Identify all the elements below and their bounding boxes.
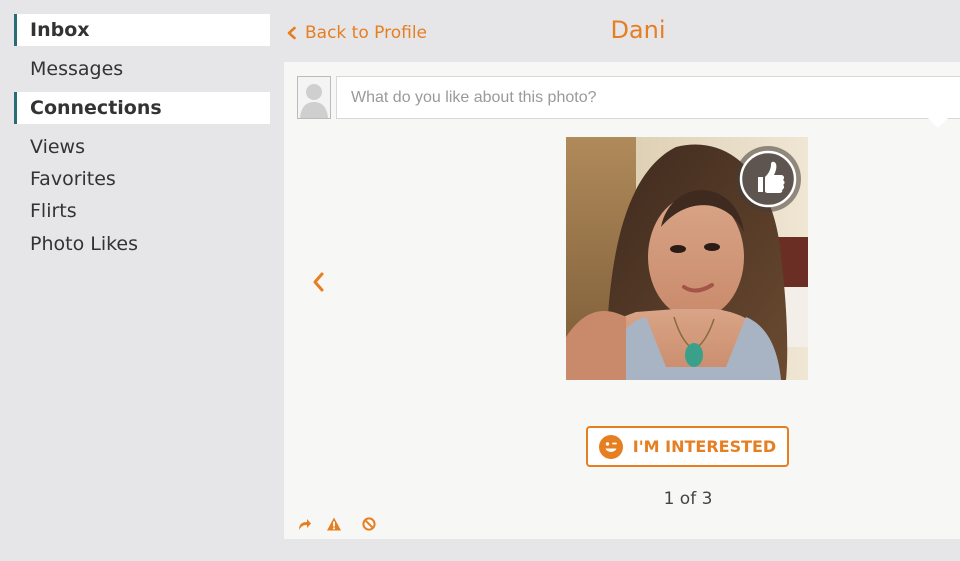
thumbs-up-icon[interactable] [734, 145, 802, 213]
sidebar-item-flirts[interactable]: Flirts [14, 195, 270, 227]
avatar [297, 76, 331, 119]
smiley-icon [598, 434, 623, 459]
warning-icon[interactable] [326, 516, 342, 532]
chevron-left-icon [287, 26, 296, 40]
sidebar-section-inbox[interactable]: Inbox [14, 14, 270, 46]
sidebar-item-views[interactable]: Views [14, 131, 270, 163]
sidebar-item-photo-likes[interactable]: Photo Likes [14, 228, 270, 260]
photo-panel: I'M INTERESTED 1 of 3 [284, 62, 960, 539]
photo-comment-input[interactable] [336, 76, 960, 119]
sidebar: Inbox Messages Connections Views Favorit… [0, 0, 270, 561]
photo-counter: 1 of 3 [663, 489, 713, 509]
previous-photo-arrow-icon[interactable] [310, 270, 328, 294]
back-to-profile-label: Back to Profile [305, 23, 428, 43]
sidebar-item-messages[interactable]: Messages [14, 53, 270, 85]
back-to-profile-link[interactable]: Back to Profile [285, 20, 427, 46]
sidebar-section-connections[interactable]: Connections [14, 92, 270, 124]
profile-name[interactable]: Dani [560, 14, 716, 46]
im-interested-button[interactable]: I'M INTERESTED [586, 426, 789, 467]
user-silhouette-icon [298, 77, 330, 118]
block-icon[interactable] [361, 516, 377, 532]
comment-input-tail [928, 118, 948, 128]
share-icon[interactable] [296, 516, 312, 532]
sidebar-item-favorites[interactable]: Favorites [14, 163, 270, 195]
im-interested-label: I'M INTERESTED [632, 437, 777, 456]
